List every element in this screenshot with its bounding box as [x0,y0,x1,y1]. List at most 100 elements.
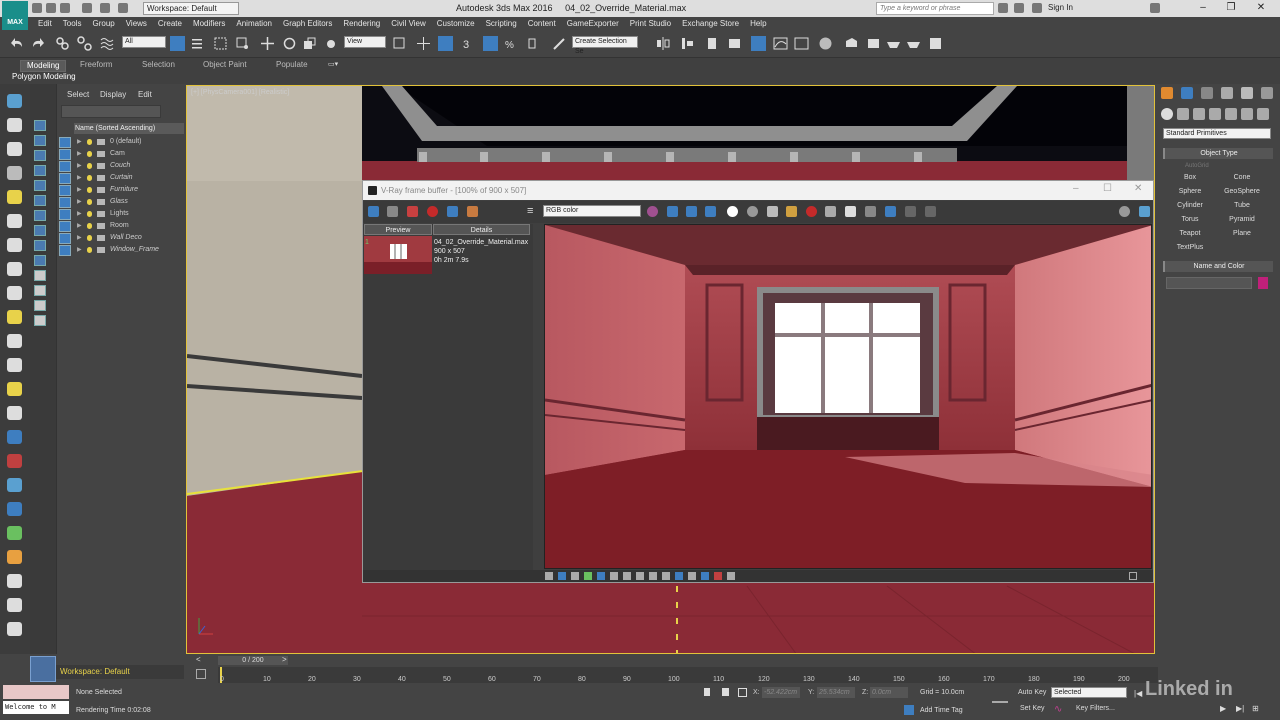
menu-modifiers[interactable]: Modifiers [193,17,225,30]
vfb-options-icon[interactable] [1119,206,1130,217]
time-tag-icon[interactable] [904,705,914,715]
expand-triangle-icon[interactable]: ▶ [77,184,82,196]
light-bulb-icon[interactable] [87,247,92,253]
vfb-tab-details[interactable]: Details [433,224,530,235]
light-bulb-icon[interactable] [87,223,92,229]
primitive-textplus-button[interactable]: TextPlus [1165,242,1215,254]
place-icon[interactable] [324,36,339,51]
motion-panel-icon[interactable] [1221,87,1233,99]
mini-curve-editor-icon[interactable] [196,669,206,679]
vfb-expand-icon[interactable] [1129,572,1137,580]
percent-snap-icon[interactable]: % [504,36,519,51]
primitive-tube-button[interactable]: Tube [1217,200,1267,212]
ribbon-tab-modeling[interactable]: Modeling [20,60,67,72]
set-key-icon[interactable]: ∿ [1054,704,1066,716]
vfb-mono-icon[interactable] [747,206,758,217]
menu-exchange-store[interactable]: Exchange Store [682,17,739,30]
layer-row[interactable]: ▶ Curtain [74,172,184,184]
menu-edit[interactable]: Edit [38,17,52,30]
vfb-color-icon[interactable] [647,206,658,217]
vfb-rendered-image[interactable] [544,224,1152,569]
select-object-icon[interactable] [170,36,185,51]
object-type-rollout[interactable]: Object Type [1163,148,1273,159]
bind-space-warp-icon[interactable] [100,36,115,51]
viewport-layout-icon[interactable] [30,656,56,682]
primitive-cylinder-button[interactable]: Cylinder [1165,200,1215,212]
vfb-correction-icon[interactable] [675,572,683,580]
open-file-icon[interactable] [46,3,56,13]
modifier-icon[interactable] [7,166,22,180]
maxscript-listener-input[interactable]: Welcome to M [3,701,69,714]
primitive-plane-button[interactable]: Plane [1217,228,1267,240]
vfb-render-icon[interactable] [905,206,916,217]
explorer-filter-icon[interactable] [34,300,46,311]
primitive-torus-button[interactable]: Torus [1165,214,1215,226]
layer-toggle-icon[interactable] [59,137,71,148]
vfb-correction-icon[interactable] [701,572,709,580]
vfb-stop-icon[interactable] [925,206,936,217]
primitive-geosphere-button[interactable]: GeoSphere [1217,186,1267,198]
vfb-maximize-icon[interactable]: ☐ [1103,183,1112,194]
layer-row[interactable]: ▶ Couch [74,160,184,172]
scene-explorer-icon[interactable] [727,36,742,51]
save-file-icon[interactable] [60,3,70,13]
vfb-red-channel-icon[interactable] [667,206,678,217]
autogrid-checkbox[interactable]: AutoGrid [1185,163,1209,169]
vfb-link-icon[interactable] [885,206,896,217]
explorer-filter-icon[interactable] [34,255,46,266]
ribbon-options-icon[interactable]: ▭▾ [328,60,342,68]
primitive-cone-button[interactable]: Cone [1217,172,1267,184]
grid-icon[interactable] [7,598,22,612]
se-menu-select[interactable]: Select [67,90,89,99]
menu-customize[interactable]: Customize [437,17,475,30]
explorer-filter-icon[interactable] [34,225,46,236]
layer-row[interactable]: ▶ Window_Frame [74,244,184,256]
object-color-swatch[interactable] [1258,277,1268,289]
light-bulb-icon[interactable] [87,163,92,169]
subscription-icon[interactable] [1014,3,1024,13]
layer-toggle-icon[interactable] [59,233,71,244]
next-frame-icon[interactable]: ▶| [1236,704,1244,713]
vfb-correction-icon[interactable] [558,572,566,580]
vfb-minimize-icon[interactable]: – [1073,183,1079,194]
vfb-save-image-icon[interactable] [767,206,778,217]
time-slider[interactable]: 0 / 200 [218,656,288,665]
viewport-label[interactable]: [+] [PhysCamera001] [Realistic] [191,89,289,96]
minimize-icon[interactable]: – [1194,2,1212,14]
ribbon-tab-object-paint[interactable]: Object Paint [197,60,253,70]
se-menu-edit[interactable]: Edit [138,90,152,99]
menu-gameexporter[interactable]: GameExporter [567,17,619,30]
scene-explorer-search-input[interactable] [61,105,161,118]
unlink-icon[interactable] [77,36,92,51]
workspace-label[interactable]: Workspace: Default [56,665,184,679]
expand-triangle-icon[interactable]: ▶ [77,196,82,208]
zoom-extents-icon[interactable]: ⊞ [1252,704,1259,713]
primitive-teapot-button[interactable]: Teapot [1165,228,1215,240]
menu-print-studio[interactable]: Print Studio [630,17,671,30]
vfb-lens-icon[interactable] [1139,206,1150,217]
vfb-region-render-icon[interactable] [865,206,876,217]
layer-row[interactable]: ▶ Furniture [74,184,184,196]
vray-frame-buffer-window[interactable]: V-Ray frame buffer - [100% of 900 x 507]… [362,180,1154,583]
vfb-save-icon[interactable] [387,206,398,217]
vfb-correction-icon[interactable] [636,572,644,580]
lights-icon[interactable] [1193,108,1205,120]
vfb-channel-dropdown[interactable]: RGB color [543,205,641,217]
ribbon-tab-populate[interactable]: Populate [270,60,314,70]
keyboard-shortcut-override-icon[interactable] [438,36,453,51]
rectangular-selection-icon[interactable] [213,36,228,51]
layer-toggle-icon[interactable] [59,149,71,160]
isolate-icon[interactable] [704,688,710,696]
display-panel-icon[interactable] [1241,87,1253,99]
maxscript-listener-output[interactable] [3,685,69,699]
vfb-correction-icon[interactable] [662,572,670,580]
object-category-dropdown[interactable]: Standard Primitives [1163,128,1271,139]
menu-content[interactable]: Content [528,17,556,30]
menu-animation[interactable]: Animation [236,17,272,30]
ball-icon[interactable] [7,574,22,588]
se-menu-display[interactable]: Display [100,90,126,99]
layer-toggle-icon[interactable] [59,197,71,208]
explorer-filter-icon[interactable] [34,240,46,251]
menu-group[interactable]: Group [92,17,114,30]
selection-filter-dropdown[interactable]: All [122,36,166,48]
